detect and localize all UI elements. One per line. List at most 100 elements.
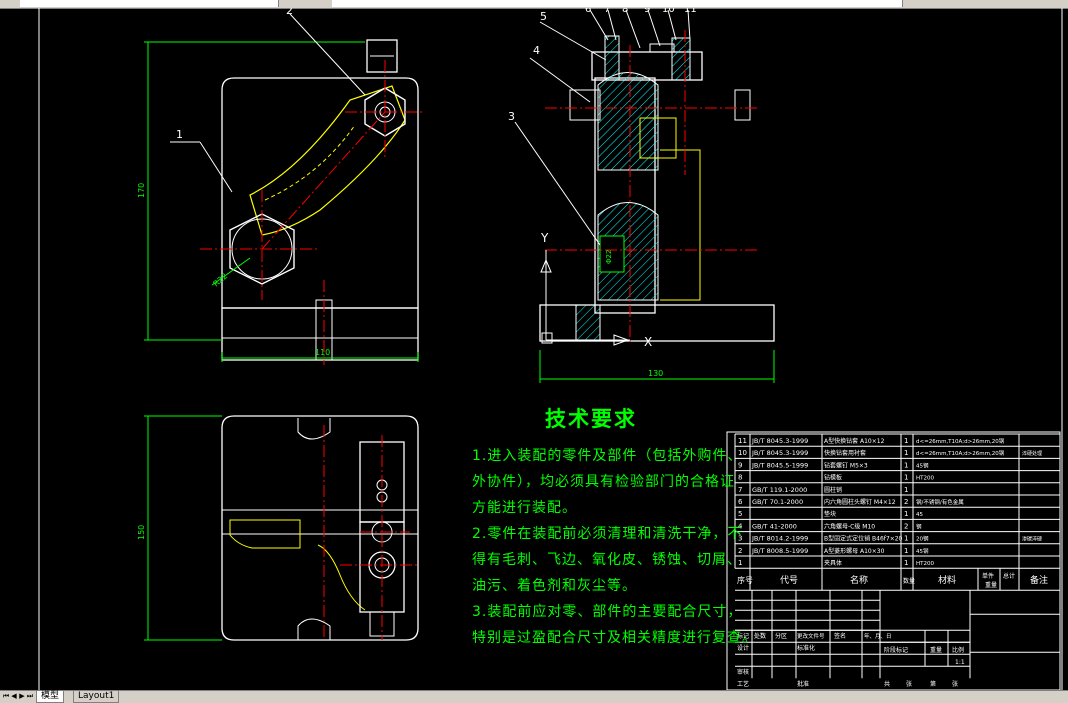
title-block-change-doc: 更改文件号 bbox=[797, 632, 825, 640]
bom-row-name: 快换钻套用衬套 bbox=[824, 449, 866, 457]
balloon-10: 10 bbox=[662, 8, 675, 15]
last-tab-arrow-icon[interactable]: ⏭ bbox=[26, 692, 34, 701]
bom-row-qty: 2 bbox=[904, 522, 908, 530]
bom-row-name: B型固定式定位销 B46f7×20 bbox=[824, 535, 903, 543]
ucs-y-label: Y bbox=[540, 231, 549, 245]
tab-model[interactable]: 模型 bbox=[36, 691, 65, 703]
bom-row-code: JB/T 8045.3-1999 bbox=[751, 449, 808, 457]
bom-header-material: 材料 bbox=[938, 574, 956, 586]
front-view bbox=[144, 13, 425, 365]
sheet-number-unit: 张 bbox=[952, 680, 958, 688]
tech-line-7: 3.装配前应对零、部件的主要配合尺寸， bbox=[472, 604, 743, 620]
bom-row-name: A型菱形螺母 A10×30 bbox=[824, 547, 885, 555]
dim-phi22: Φ22 bbox=[605, 250, 613, 264]
title-block-sign: 签名 bbox=[834, 632, 846, 640]
tech-requirements-title: 技术要求 bbox=[545, 407, 637, 431]
bom-row-qty: 2 bbox=[904, 498, 908, 506]
balloon-1: 1 bbox=[176, 128, 183, 141]
bom-row-note: 淬硬处理 bbox=[1022, 450, 1042, 457]
bom-row-no: 6 bbox=[738, 498, 743, 506]
property-dropdown[interactable] bbox=[332, 0, 903, 7]
bom-row-code: GB/T 41-2000 bbox=[752, 522, 797, 530]
bom-row-name: 钻模板 bbox=[824, 474, 842, 482]
tech-line-1: 1.进入装配的零件及部件（包括外购件、 bbox=[472, 448, 743, 464]
bom-row-material: 20钢 bbox=[916, 535, 929, 543]
balloon-2: 2 bbox=[286, 8, 293, 17]
sheet-number: 第 bbox=[930, 680, 936, 688]
dim-110: 110 bbox=[315, 348, 330, 357]
balloon-7: 7 bbox=[604, 8, 610, 15]
title-block-scale: 比例 bbox=[952, 646, 964, 654]
tech-line-5: 得有毛刺、飞边、氧化皮、锈蚀、切屑、 bbox=[472, 552, 742, 568]
bom-row-code: GB/T 70.1-2000 bbox=[752, 498, 803, 506]
bom-row-no: 11 bbox=[738, 437, 747, 445]
bom-header-qty: 数量 bbox=[903, 577, 915, 585]
title-block-date: 年、月、日 bbox=[864, 632, 892, 640]
bom-row-qty: 1 bbox=[904, 449, 908, 457]
bom-row-no: 5 bbox=[738, 510, 742, 518]
bom-row-no: 7 bbox=[738, 486, 742, 494]
balloon-8: 8 bbox=[622, 8, 628, 15]
bom-row-code: JB/T 8014.2-1999 bbox=[751, 535, 808, 543]
dim-130: 130 bbox=[648, 369, 663, 378]
bom-row-material: HT200 bbox=[916, 561, 934, 567]
bom-header-code: 代号 bbox=[780, 575, 798, 586]
bom-row-qty: 1 bbox=[904, 535, 908, 543]
ucs-x-label: X bbox=[644, 335, 652, 349]
bom-row-material: 钢/不锈钢/有色金属 bbox=[916, 498, 964, 506]
bom-row-code: JB/T 8008.5-1999 bbox=[751, 547, 808, 555]
bom-row-material: 45钢 bbox=[916, 461, 929, 469]
title-block-process: 工艺 bbox=[737, 680, 749, 688]
bom-row-material: 45钢 bbox=[916, 547, 929, 555]
title-block-zone: 分区 bbox=[775, 632, 787, 640]
bom-row-code: JB/T 8045.3-1999 bbox=[751, 437, 808, 445]
sheet-total-unit: 张 bbox=[906, 680, 912, 688]
title-block-review: 审核 bbox=[737, 668, 749, 676]
bom-row-name: 钻套螺钉 M5×3 bbox=[824, 461, 868, 469]
layer-dropdown[interactable] bbox=[20, 0, 279, 7]
tech-line-4: 2.零件在装配前必须清理和清洗干净，不 bbox=[472, 526, 743, 542]
tech-line-3: 方能进行装配。 bbox=[472, 500, 577, 516]
bom-row-material: HT200 bbox=[916, 476, 934, 482]
dim-170: 170 bbox=[137, 183, 146, 198]
bom-row-qty: 1 bbox=[904, 547, 908, 555]
title-block-stage: 阶段标记 bbox=[884, 646, 908, 654]
tech-line-8: 特别是过盈配合尺寸及相关精度进行复查。 bbox=[472, 630, 757, 646]
dim-150: 150 bbox=[137, 525, 146, 540]
bom-row-name: 内六角圆柱头螺钉 M4×12 bbox=[824, 498, 896, 506]
bom-row-material: d<=26mm,T10A;d>26mm,20钢 bbox=[916, 437, 1005, 445]
next-tab-arrow-icon[interactable]: ▶ bbox=[18, 692, 26, 701]
bom-row-code: JB/T 8045.5-1999 bbox=[751, 461, 808, 469]
bom-row-code: GB/T 119.1-2000 bbox=[752, 486, 807, 494]
balloon-5: 5 bbox=[540, 10, 547, 23]
bom-row-note: 渗碳淬硬 bbox=[1022, 536, 1042, 543]
title-block-scale-value: 1:1 bbox=[955, 659, 965, 666]
bom-row-qty: 1 bbox=[904, 461, 908, 469]
prev-tab-arrow-icon[interactable]: ◀ bbox=[10, 692, 18, 701]
balloon-6: 6 bbox=[585, 8, 591, 15]
bom-row-material: 钢 bbox=[916, 522, 922, 530]
balloon-11: 11 bbox=[684, 8, 697, 15]
title-block-standard: 标准化 bbox=[797, 644, 815, 652]
bom-row-name: 夹具体 bbox=[824, 559, 842, 567]
bom-row-qty: 1 bbox=[904, 510, 908, 518]
balloon-3: 3 bbox=[508, 110, 515, 123]
bom-header-note: 备注 bbox=[1030, 574, 1048, 586]
bom-row-name: 圆柱销 bbox=[824, 486, 842, 494]
layout-tab-bar: ⏮ ◀ ▶ ⏭ 模型 Layout1 bbox=[0, 690, 1068, 703]
bom-row-name: 六角螺母-C级 M10 bbox=[824, 522, 875, 530]
bom-row-qty: 1 bbox=[904, 474, 908, 482]
balloon-9: 9 bbox=[644, 8, 650, 15]
bom-header-unit-weight: 单件 bbox=[982, 572, 994, 580]
title-block-approve: 批准 bbox=[797, 680, 809, 688]
bom-header-name: 名称 bbox=[850, 574, 868, 586]
bom-table: 11 JB/T 8045.3-1999 A型快换钻套 A10×12 1 d<=26mm,… bbox=[734, 433, 1061, 688]
tech-line-6: 油污、着色剂和灰尘等。 bbox=[472, 578, 637, 594]
bom-row-qty: 1 bbox=[904, 559, 908, 567]
tab-layout1[interactable]: Layout1 bbox=[73, 691, 120, 703]
bom-row-material: 45 bbox=[916, 512, 923, 518]
first-tab-arrow-icon[interactable]: ⏮ bbox=[2, 692, 10, 701]
balloon-4: 4 bbox=[533, 44, 540, 57]
bom-row-qty: 1 bbox=[904, 486, 908, 494]
title-block-weight: 重量 bbox=[930, 646, 942, 654]
